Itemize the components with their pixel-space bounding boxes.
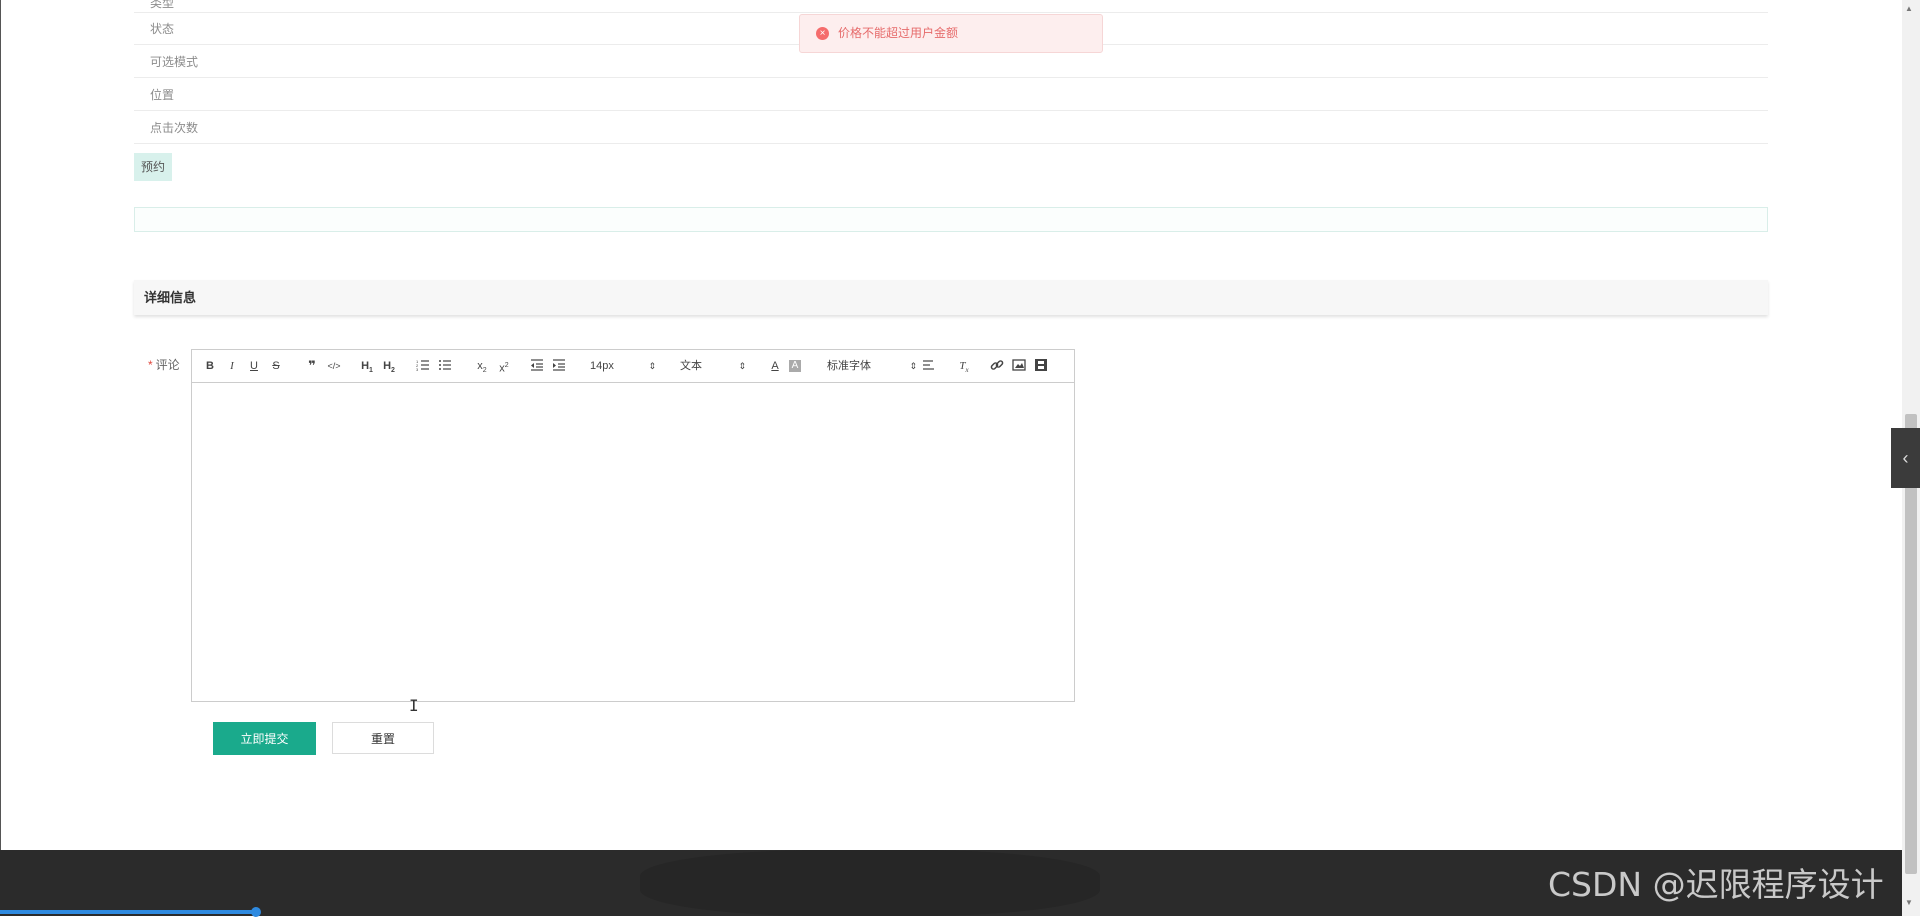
- blockquote-icon[interactable]: ❞: [304, 358, 320, 374]
- required-mark: *: [148, 358, 153, 372]
- font-size-picker[interactable]: 14px ⇕: [590, 358, 656, 374]
- bullet-list-icon[interactable]: [438, 358, 454, 374]
- loading-progress-bar: [0, 910, 257, 914]
- underline-icon[interactable]: U: [246, 358, 262, 374]
- header-picker[interactable]: 文本 ⇕: [680, 358, 746, 374]
- ordered-list-icon[interactable]: 123: [416, 358, 432, 374]
- section-title: 详细信息: [134, 280, 1768, 315]
- picker-arrow-icon: ⇕: [738, 361, 746, 371]
- svg-text:3: 3: [416, 367, 419, 372]
- italic-icon[interactable]: I: [224, 358, 240, 374]
- chevron-left-icon: ‹: [1902, 448, 1909, 468]
- reserve-button[interactable]: 预约: [134, 153, 172, 181]
- editor-content-area[interactable]: [192, 383, 1074, 701]
- image-icon[interactable]: [1012, 358, 1028, 374]
- editor-toolbar: B I U S ❞ </> H1 H2 123 x2 x2 14px ⇕ 文本 …: [192, 350, 1074, 383]
- font-family-picker[interactable]: 标准字体 ⇕: [827, 358, 917, 374]
- toast-message: 价格不能超过用户金额: [838, 26, 959, 40]
- clear-format-icon[interactable]: Tx: [956, 358, 972, 374]
- h2-icon[interactable]: H2: [381, 358, 397, 374]
- attr-row-click-count: 点击次数: [134, 112, 1768, 144]
- text-cursor-icon: I: [409, 696, 419, 715]
- window-edge: [0, 0, 1, 850]
- footer-map-background: [640, 850, 1100, 916]
- picker-arrow-icon: ⇕: [909, 361, 917, 371]
- font-size-value: 14px: [590, 360, 614, 372]
- superscript-icon[interactable]: x2: [496, 358, 512, 375]
- comment-label-text: 评论: [155, 358, 180, 372]
- text-color-icon[interactable]: A: [767, 358, 783, 374]
- error-toast: × 价格不能超过用户金额: [799, 14, 1103, 53]
- scroll-up-icon[interactable]: ▲: [1905, 4, 1913, 13]
- font-family-value: 标准字体: [827, 360, 871, 372]
- link-icon[interactable]: [990, 358, 1006, 374]
- outdent-icon[interactable]: [530, 358, 546, 374]
- comment-label: * 评论: [148, 356, 180, 373]
- video-icon[interactable]: [1034, 358, 1050, 374]
- attr-row-position: 位置: [134, 79, 1768, 111]
- strike-icon[interactable]: S: [268, 358, 284, 374]
- reset-button[interactable]: 重置: [332, 722, 434, 754]
- attr-label: 类型: [150, 0, 175, 10]
- h1-icon[interactable]: H1: [359, 358, 375, 374]
- rich-text-editor: B I U S ❞ </> H1 H2 123 x2 x2 14px ⇕ 文本 …: [191, 349, 1075, 702]
- bold-icon[interactable]: B: [202, 358, 218, 374]
- picker-arrow-icon: ⇕: [648, 361, 656, 371]
- submit-button[interactable]: 立即提交: [213, 722, 316, 755]
- scroll-down-icon[interactable]: ▼: [1905, 898, 1913, 907]
- attr-row-cut: 类型: [134, 0, 1768, 13]
- indent-icon[interactable]: [552, 358, 568, 374]
- empty-content-box: [134, 207, 1768, 232]
- header-value: 文本: [680, 360, 702, 372]
- code-block-icon[interactable]: </>: [326, 358, 342, 374]
- subscript-icon[interactable]: x2: [474, 358, 490, 374]
- side-panel-toggle[interactable]: ‹: [1891, 428, 1920, 488]
- error-circle-icon: ×: [816, 27, 829, 40]
- watermark: CSDN @迟限程序设计: [1548, 865, 1884, 904]
- background-color-icon[interactable]: A: [789, 360, 801, 372]
- align-icon[interactable]: [922, 358, 938, 374]
